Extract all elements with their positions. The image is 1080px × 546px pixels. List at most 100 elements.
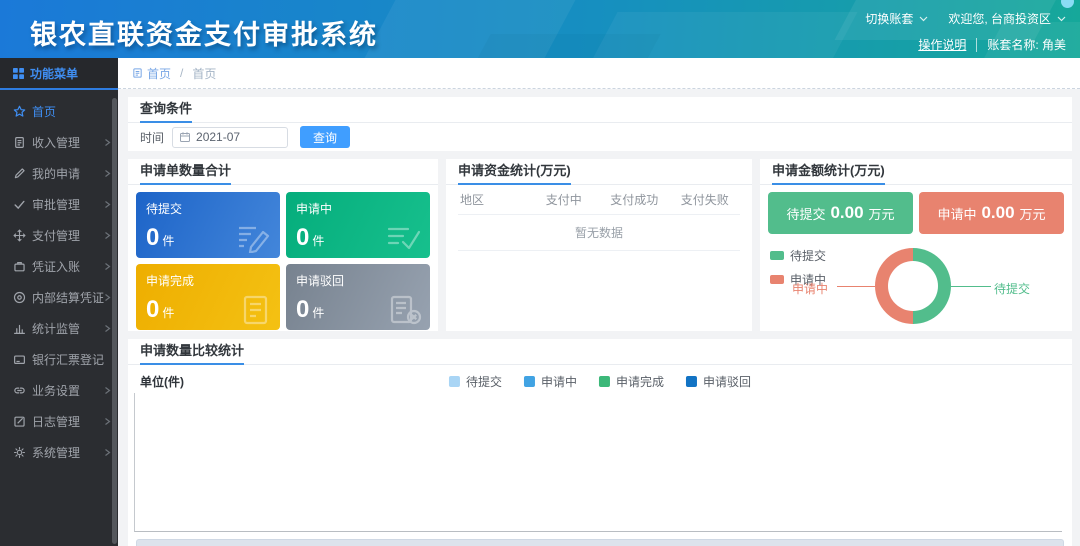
chevron-right-icon [104, 417, 111, 426]
breadcrumb-separator: / [180, 66, 183, 80]
sidebar-item-label: 凭证入账 [32, 258, 80, 275]
legend-swatch [449, 376, 460, 387]
compare-panel-title: 申请数量比较统计 [128, 339, 1072, 365]
switch-account-dropdown[interactable]: 切换账套 [865, 10, 928, 27]
stat-card-pending-submit[interactable]: 待提交 0件 [136, 192, 280, 258]
sidebar: 功能菜单 首页 收入管理 我的申请 审批管理 [0, 58, 118, 546]
chevron-right-icon [104, 262, 111, 271]
document-reject-icon [386, 295, 422, 325]
time-input[interactable]: 2021-07 [172, 127, 288, 148]
legend-item-inprogress[interactable]: 申请中 [524, 373, 577, 390]
sidebar-item-log[interactable]: 日志管理 [0, 406, 118, 437]
amount-inprogress-button[interactable]: 申请中 0.00 万元 [919, 192, 1064, 234]
document-icon [238, 295, 272, 325]
breadcrumb-home[interactable]: 首页 [132, 65, 171, 82]
sidebar-item-business-settings[interactable]: 业务设置 [0, 375, 118, 406]
main-content: 查询条件 时间 2021-07 查询 申请单数量合计 待提交 0件 [118, 89, 1080, 546]
chevron-right-icon [104, 169, 111, 178]
sidebar-item-statistics[interactable]: 统计监管 [0, 313, 118, 344]
card-icon [13, 353, 26, 366]
check-icon [13, 198, 26, 211]
sidebar-item-label: 统计监管 [32, 320, 80, 337]
fund-table: 地区 支付中 支付成功 支付失败 暂无数据 [446, 185, 752, 251]
time-label: 时间 [140, 129, 164, 146]
sidebar-item-label: 银行汇票登记 [32, 351, 104, 368]
amount-pending-button[interactable]: 待提交 0.00 万元 [768, 192, 913, 234]
compare-chart-plot-area [134, 393, 1062, 532]
move-icon [13, 229, 26, 242]
pencil-icon [13, 167, 26, 180]
legend-item-completed[interactable]: 申请完成 [599, 373, 664, 390]
sidebar-item-system[interactable]: 系统管理 [0, 437, 118, 468]
legend-swatch [686, 376, 697, 387]
amount-panel-title: 申请金额统计(万元) [760, 159, 1072, 185]
document-icon [13, 136, 26, 149]
document-icon [132, 67, 143, 79]
sidebar-item-bank-draft[interactable]: 银行汇票登记 [0, 344, 118, 375]
calendar-icon [179, 131, 191, 143]
stat-card-rejected[interactable]: 申请驳回 0件 [286, 264, 430, 330]
legend-item-rejected[interactable]: 申请驳回 [686, 373, 751, 390]
breadcrumb-current: 首页 [192, 65, 216, 82]
query-panel-title: 查询条件 [128, 97, 1072, 123]
chevron-right-icon [104, 324, 111, 333]
chevron-right-icon [104, 386, 111, 395]
sidebar-item-income[interactable]: 收入管理 [0, 127, 118, 158]
sidebar-item-label: 收入管理 [32, 134, 80, 151]
legend-item-pending[interactable]: 待提交 [449, 373, 502, 390]
sidebar-scrollbar[interactable] [112, 98, 117, 544]
legend-swatch [770, 275, 784, 284]
edit-document-icon [236, 223, 272, 253]
grid-icon [13, 68, 24, 79]
account-name: 账套名称: 角美 [987, 36, 1066, 53]
search-button[interactable]: 查询 [300, 126, 350, 148]
stat-card-in-progress[interactable]: 申请中 0件 [286, 192, 430, 258]
chart-datazoom-scrollbar[interactable] [136, 539, 1064, 546]
column-header: 地区 [458, 191, 529, 208]
sidebar-item-approval[interactable]: 审批管理 [0, 189, 118, 220]
fund-table-header: 地区 支付中 支付成功 支付失败 [458, 185, 740, 215]
stat-card-completed[interactable]: 申请完成 0件 [136, 264, 280, 330]
amount-panel: 申请金额统计(万元) 待提交 0.00 万元 申请中 0.00 万元 [760, 159, 1072, 331]
notification-dot [1061, 0, 1074, 8]
chevron-right-icon [104, 138, 111, 147]
app-header: 银农直联资金支付审批系统 切换账套 欢迎您, 台商投资区 操作说明 账套名称: … [0, 0, 1080, 58]
menu-header-label: 功能菜单 [30, 65, 78, 82]
header-divider [976, 38, 977, 52]
sidebar-item-label: 业务设置 [32, 382, 80, 399]
legend-item-pending[interactable]: 待提交 [770, 247, 826, 264]
sidebar-item-internal-settlement[interactable]: 内部结算凭证 [0, 282, 118, 313]
link-icon [13, 384, 26, 397]
empty-state-text: 暂无数据 [458, 215, 740, 251]
column-header: 支付中 [529, 191, 600, 208]
donut-callout-label: 待提交 [994, 280, 1030, 297]
legend-swatch [524, 376, 535, 387]
chevron-right-icon [104, 293, 111, 302]
sidebar-item-label: 内部结算凭证 [32, 289, 104, 306]
app-root: 银农直联资金支付审批系统 切换账套 欢迎您, 台商投资区 操作说明 账套名称: … [0, 0, 1080, 546]
chevron-right-icon [104, 231, 111, 240]
time-value: 2021-07 [196, 130, 240, 144]
sidebar-item-label: 系统管理 [32, 444, 80, 461]
switch-account-label: 切换账套 [865, 10, 913, 27]
column-header: 支付失败 [670, 191, 741, 208]
gear-icon [13, 446, 26, 459]
header-decoration [469, 34, 660, 58]
sidebar-nav: 首页 收入管理 我的申请 审批管理 支付管理 [0, 90, 118, 468]
sidebar-item-voucher-entry[interactable]: 凭证入账 [0, 251, 118, 282]
sidebar-item-label: 支付管理 [32, 227, 80, 244]
sidebar-item-payment[interactable]: 支付管理 [0, 220, 118, 251]
chevron-down-icon [1057, 16, 1066, 22]
donut-callout-line [951, 286, 991, 287]
sidebar-menu-header: 功能菜单 [0, 58, 118, 90]
unit-label: 单位(件) [140, 373, 184, 390]
fund-panel-title: 申请资金统计(万元) [446, 159, 752, 185]
breadcrumb: 首页 / 首页 [118, 58, 1080, 89]
legend-swatch [770, 251, 784, 260]
operation-guide-link[interactable]: 操作说明 [918, 36, 966, 53]
welcome-label: 欢迎您, 台商投资区 [948, 10, 1051, 27]
sidebar-item-my-applications[interactable]: 我的申请 [0, 158, 118, 189]
bar-chart-icon [13, 322, 26, 335]
user-dropdown[interactable]: 欢迎您, 台商投资区 [948, 10, 1066, 27]
sidebar-item-home[interactable]: 首页 [0, 96, 118, 127]
